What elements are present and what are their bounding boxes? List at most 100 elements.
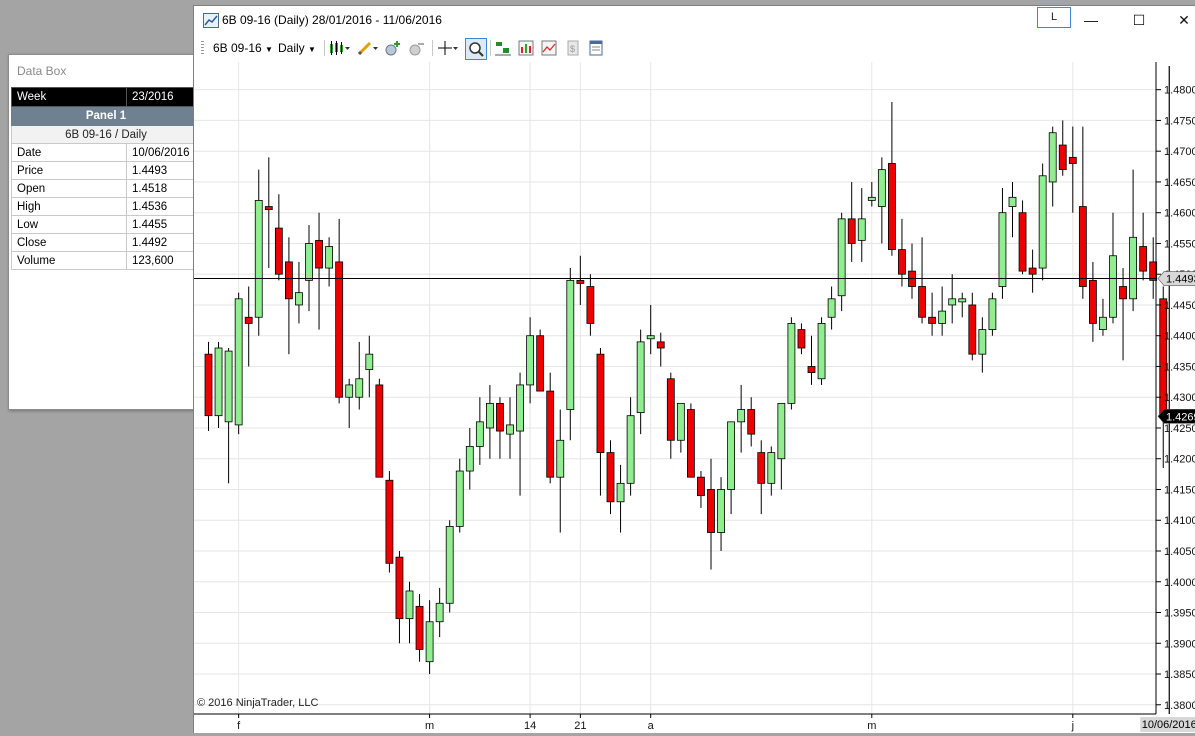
candle-body — [475, 421, 484, 447]
price-axis-label: 1.4600 — [1164, 208, 1195, 220]
candle — [747, 397, 756, 447]
candle-body — [757, 452, 766, 484]
candle — [767, 446, 776, 496]
candle — [988, 292, 997, 336]
zoom-icon[interactable] — [465, 38, 487, 60]
price-axis-label: 1.3800 — [1164, 700, 1195, 712]
candle — [797, 323, 806, 355]
data-box-table: Week 23/2016 Panel 1 6B 09-16 / Daily Da… — [11, 87, 196, 270]
time-axis-label: m — [867, 720, 876, 732]
price-axis-label: 1.4350 — [1164, 361, 1195, 373]
candle — [214, 341, 223, 428]
candle — [998, 188, 1007, 299]
candle — [295, 261, 303, 324]
price-axis-label: 1.4450 — [1164, 300, 1195, 312]
candle — [908, 243, 916, 299]
candle — [435, 587, 444, 638]
candle-body — [767, 452, 776, 484]
candle-body — [807, 366, 816, 374]
candle — [345, 378, 354, 428]
toolbar-grip[interactable] — [201, 41, 204, 55]
price-axis-label: 1.3900 — [1164, 638, 1195, 650]
candle — [1048, 126, 1057, 207]
candle — [847, 181, 856, 262]
candle-body — [536, 335, 545, 392]
interval-selector[interactable]: Daily ▼ — [278, 41, 316, 55]
minimize-button[interactable]: — — [1079, 10, 1103, 30]
instrument-selector[interactable]: 6B 09-16 ▼ — [213, 41, 273, 55]
time-axis-label: j — [1071, 720, 1074, 732]
price-chart[interactable]: 1.48001.47501.47001.46501.46001.45501.45… — [194, 62, 1195, 733]
candle — [737, 384, 746, 453]
candle — [1038, 163, 1047, 281]
data-box-row-label: Open — [11, 179, 127, 198]
candle-body — [425, 621, 434, 663]
candle — [566, 268, 575, 441]
candle-body — [214, 347, 223, 417]
chart-window[interactable]: 6B 09-16 (Daily) 28/01/2016 - 11/06/2016… — [193, 5, 1195, 733]
candle-body — [707, 489, 715, 533]
bar-type-icon[interactable] — [495, 40, 511, 56]
add-indicator-icon[interactable] — [385, 40, 401, 56]
data-box-row-value: 1.4493 — [126, 161, 196, 180]
candle — [385, 471, 394, 573]
candle — [445, 520, 454, 613]
chart-style-icon[interactable] — [329, 40, 350, 56]
candle — [867, 181, 876, 207]
data-box-row: Low 1.4455 — [11, 215, 196, 234]
data-box-window[interactable]: Data Box Week 23/2016 Panel 1 6B 09-16 /… — [8, 54, 196, 410]
candle — [365, 335, 374, 398]
candle — [877, 157, 886, 244]
candle-body — [1099, 316, 1107, 330]
candle — [375, 378, 384, 478]
candle-body — [787, 323, 796, 404]
data-box-header-label: Week — [11, 87, 127, 107]
candle-body — [656, 341, 665, 349]
crosshair-icon[interactable] — [438, 40, 458, 56]
data-box-title: Data Box — [9, 55, 195, 87]
candle — [415, 594, 424, 662]
data-series-icon[interactable]: $ — [565, 40, 581, 56]
time-axis-label: m — [425, 720, 434, 732]
close-button[interactable]: ✕ — [1172, 10, 1195, 30]
candle-body — [817, 323, 826, 380]
maximize-button[interactable]: ☐ — [1127, 10, 1151, 30]
candle — [1099, 298, 1107, 336]
title-bar[interactable]: 6B 09-16 (Daily) 28/01/2016 - 11/06/2016… — [194, 6, 1195, 34]
chart-area[interactable]: 1.48001.47501.47001.46501.46001.45501.45… — [194, 62, 1195, 733]
candle — [1119, 268, 1127, 361]
candle — [857, 188, 866, 262]
candle-body — [244, 316, 253, 324]
candle — [395, 551, 404, 644]
strategy-icon[interactable] — [409, 40, 425, 56]
candle — [506, 397, 514, 459]
candle-body — [1139, 246, 1148, 272]
candle — [425, 600, 434, 675]
candle-body — [918, 286, 926, 318]
candle-body — [686, 409, 695, 478]
candle — [405, 581, 414, 644]
candle-body — [385, 479, 394, 564]
candle — [516, 372, 524, 496]
candle — [355, 341, 364, 410]
candle — [837, 212, 846, 312]
candle-body — [1129, 236, 1137, 300]
price-axis-label: 1.4100 — [1164, 515, 1195, 527]
candle — [1018, 200, 1027, 275]
strategies-icon[interactable] — [541, 40, 557, 56]
candle — [576, 255, 585, 305]
candle — [1109, 212, 1117, 324]
candle — [496, 397, 504, 459]
candle — [465, 427, 474, 490]
link-button[interactable]: L — [1037, 7, 1071, 28]
last-price-marker: 1.4269 — [1157, 408, 1195, 424]
indicators-icon[interactable] — [518, 40, 534, 56]
candle-body — [315, 239, 323, 269]
candle-body — [295, 292, 303, 306]
candle — [616, 464, 625, 533]
data-box-row-value: 1.4518 — [126, 179, 196, 198]
properties-icon[interactable] — [588, 40, 604, 56]
data-box-header-value: 23/2016 — [126, 87, 196, 107]
drawing-tool-icon[interactable] — [357, 40, 378, 56]
time-axis-label: f — [237, 720, 241, 732]
